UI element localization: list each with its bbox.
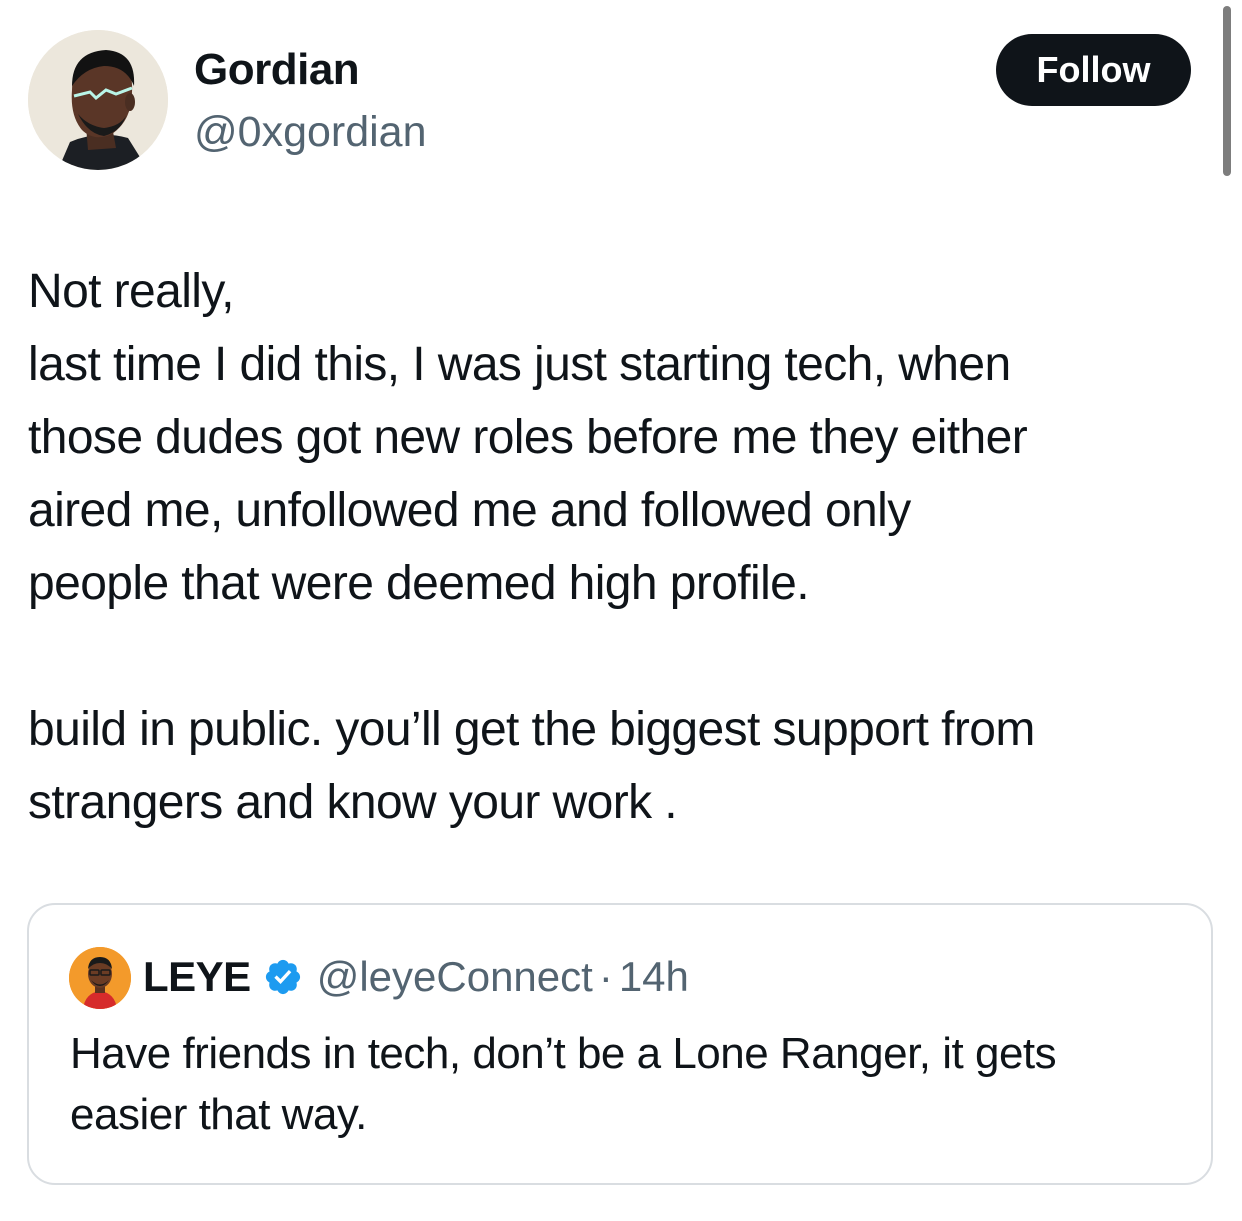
tweet-line: people that were deemed high profile. — [28, 557, 810, 610]
portrait-icon — [69, 947, 131, 1009]
tweet-line: aired me, unfollowed me and followed onl… — [28, 484, 911, 537]
quoted-author-name[interactable]: LEYE — [143, 953, 251, 1001]
tweet-line: strangers and know your work . — [28, 776, 678, 829]
verified-badge-icon — [265, 959, 300, 995]
quoted-tweet-line: easier that way. — [70, 1090, 367, 1139]
author-avatar[interactable] — [28, 30, 168, 170]
quoted-tweet-text: Have friends in tech, don’t be a Lone Ra… — [70, 1023, 1190, 1145]
separator-dot: · — [598, 953, 613, 1000]
portrait-icon — [28, 30, 168, 170]
tweet-line: last time I did this, I was just startin… — [28, 338, 1011, 391]
quoted-author-avatar — [69, 947, 131, 1009]
tweet-text: Not really, last time I did this, I was … — [28, 255, 1223, 839]
tweet-line: Not really, — [28, 265, 235, 318]
author-name[interactable]: Gordian — [194, 44, 360, 96]
quoted-tweet-card[interactable]: LEYE @leyeConnect · 14h Have friends in … — [27, 903, 1213, 1185]
quoted-author-handle[interactable]: @leyeConnect — [317, 953, 593, 1001]
follow-button[interactable]: Follow — [996, 34, 1191, 106]
quoted-tweet-line: Have friends in tech, don’t be a Lone Ra… — [70, 1029, 1057, 1078]
scrollbar[interactable] — [1223, 6, 1231, 176]
quoted-tweet-header: LEYE @leyeConnect · 14h — [143, 949, 689, 1005]
tweet-line: those dudes got new roles before me they… — [28, 411, 1028, 464]
quoted-tweet-timestamp[interactable]: 14h — [619, 953, 689, 1001]
tweet-line: build in public. you’ll get the biggest … — [28, 703, 1035, 756]
author-handle[interactable]: @0xgordian — [194, 106, 427, 158]
